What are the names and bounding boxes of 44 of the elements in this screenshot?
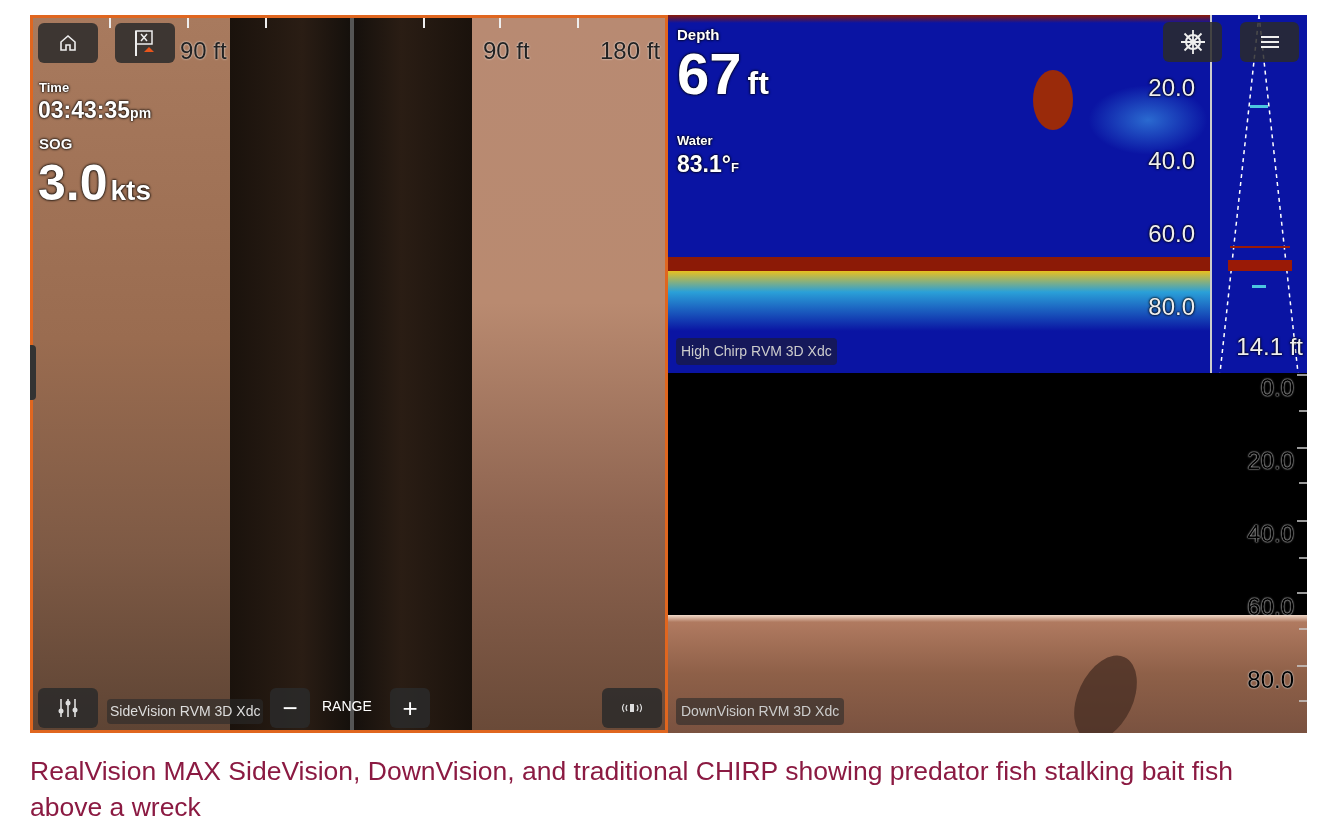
sonar-signal-icon [620,702,644,714]
depth-scale-label: 40.0 [1148,149,1195,173]
time-label: Time [39,79,70,97]
depth-scale-label: 80.0 [1247,668,1294,692]
cone-width-reading: 14.1 ft [1236,332,1303,362]
transducer-button[interactable] [602,688,662,728]
range-label: 90 ft [483,36,530,66]
depth-unit: ft [747,64,769,103]
home-icon [58,33,78,53]
time-suffix: pm [130,105,152,123]
settings-button[interactable] [38,688,98,728]
depth-label: Depth [677,25,720,45]
waypoint-button[interactable] [115,23,175,63]
depth-scale-label: 40.0 [1247,522,1294,546]
source-label: DownVision RVM 3D Xdc [676,698,845,725]
menu-icon [1259,34,1280,50]
source-label: High Chirp RVM 3D Xdc [676,338,837,365]
sog-unit: kts [110,174,151,208]
range-minus-button[interactable]: − [270,688,310,728]
depth-scale-label: 20.0 [1148,76,1195,100]
sog-value: 3.0 [38,155,108,211]
helm-button[interactable] [1163,22,1222,62]
depth-scale-label: 60.0 [1247,595,1294,619]
depth-scale-label: 80.0 [1148,295,1195,319]
range-label: 90 ft [180,36,227,66]
depth-value: 67 [677,43,742,105]
depth-scale-label: 60.0 [1148,222,1195,246]
side-handle[interactable] [30,345,36,400]
range-label: RANGE [322,697,372,716]
range-plus-button[interactable]: + [390,688,430,728]
water-temp-label: Water [677,132,713,150]
home-button[interactable] [38,23,98,63]
sliders-icon [57,697,79,719]
time-value: 03:43:35 [38,96,131,125]
ship-wheel-icon [1179,29,1206,55]
menu-button[interactable] [1240,22,1299,62]
source-label: SideVision RVM 3D Xdc [107,699,264,724]
sog-label: SOG [39,134,73,154]
depth-scale-label: 0.0 [1260,376,1294,400]
water-temp-value: 83.1° [677,150,731,179]
water-temp-unit: F [730,159,739,177]
range-label: 180 ft [600,36,661,66]
figure-caption: RealVision MAX SideVision, DownVision, and traditional CHIRP showing predator fish stalking bait fish above a wreck [30,755,1234,817]
depth-scale-label: 20.0 [1247,449,1294,473]
